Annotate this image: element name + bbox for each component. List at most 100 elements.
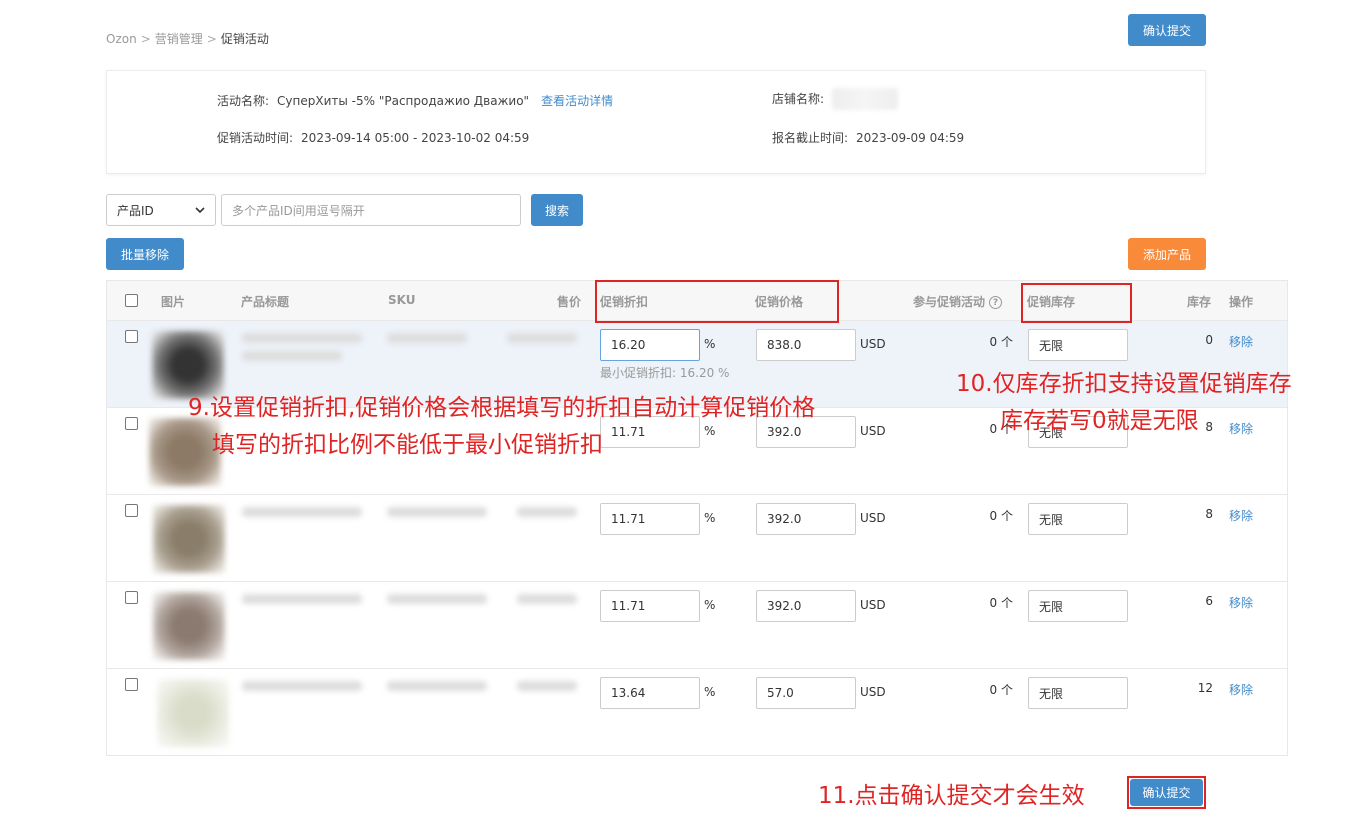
- percent-unit: %: [704, 337, 716, 351]
- row-checkbox[interactable]: [125, 591, 138, 604]
- annotation-step11: 11.点击确认提交才会生效: [818, 783, 1085, 809]
- currency-unit: USD: [860, 511, 886, 525]
- product-title-blurred: [242, 681, 362, 691]
- breadcrumb-separator: >: [140, 32, 151, 46]
- header-joined-label: 参与促销活动: [913, 295, 986, 309]
- joined-count: 0 个: [989, 683, 1013, 697]
- discount-input[interactable]: 11.71: [600, 590, 700, 622]
- annotation-step9-line1: 9.设置促销折扣,促销价格会根据填写的折扣自动计算促销价格: [188, 395, 816, 421]
- product-image: [153, 505, 225, 573]
- remove-link[interactable]: 移除: [1229, 333, 1253, 350]
- min-discount-hint: 最小促销折扣: 16.20 %: [600, 366, 730, 380]
- price-blurred: [507, 333, 577, 343]
- currency-unit: USD: [860, 685, 886, 699]
- row-checkbox[interactable]: [125, 417, 138, 430]
- remove-link[interactable]: 移除: [1229, 594, 1253, 611]
- search-button[interactable]: 搜索: [531, 194, 583, 226]
- activity-info-card: 活动名称: СуперХиты -5% "Распродажио Дважио" 查…: [106, 70, 1206, 174]
- product-title-blurred: [242, 507, 362, 517]
- product-title-blurred: [242, 351, 342, 361]
- annotation-step9-line2: 填写的折扣比例不能低于最小促销折扣: [212, 432, 603, 458]
- sku-blurred: [387, 333, 467, 343]
- chevron-down-icon: [195, 203, 205, 217]
- annotation-step10-line2: 库存若写0就是无限: [1000, 408, 1199, 434]
- stock-value: 12: [1197, 681, 1213, 695]
- promo-stock-input[interactable]: 无限: [1028, 503, 1128, 535]
- product-image: [157, 679, 229, 747]
- sku-blurred: [387, 594, 487, 604]
- product-image: [149, 418, 221, 486]
- table-row: 13.64 % 57.0 USD 0 个 无限 12 移除: [107, 669, 1287, 756]
- activity-time-label: 促销活动时间:: [217, 131, 294, 145]
- activity-name-row: 活动名称: СуперХиты -5% "Распродажио Дважио" 查…: [217, 92, 613, 109]
- header-sku: SKU: [388, 293, 416, 307]
- sku-blurred: [387, 681, 487, 691]
- discount-input[interactable]: 16.20: [600, 329, 700, 361]
- promo-stock-highlight: [1021, 283, 1132, 323]
- deadline-value: 2023-09-09 04:59: [856, 131, 965, 145]
- search-input[interactable]: 多个产品ID间用逗号隔开: [221, 194, 521, 226]
- header-image: 图片: [161, 295, 186, 309]
- row-checkbox[interactable]: [125, 330, 138, 343]
- promo-price-input[interactable]: 392.0: [756, 590, 856, 622]
- activity-name-label: 活动名称:: [217, 94, 270, 108]
- sku-blurred: [387, 507, 487, 517]
- breadcrumb-ozon[interactable]: Ozon: [106, 32, 137, 46]
- header-stock: 库存: [1187, 295, 1212, 309]
- product-title-blurred: [242, 333, 362, 343]
- breadcrumb-separator: >: [206, 32, 217, 46]
- batch-remove-button[interactable]: 批量移除: [106, 238, 184, 270]
- activity-name-value: СуперХиты -5% "Распродажио Дважио": [277, 94, 530, 108]
- row-checkbox[interactable]: [125, 678, 138, 691]
- product-table: 图片 产品标题 SKU 售价 促销折扣 促销价格 参与促销活动? 促销库存 库存…: [106, 280, 1288, 756]
- promo-price-input[interactable]: 838.0: [756, 329, 856, 361]
- breadcrumb-marketing[interactable]: 营销管理: [155, 32, 203, 46]
- view-activity-detail-link[interactable]: 查看活动详情: [541, 94, 613, 108]
- header-operation: 操作: [1229, 295, 1254, 309]
- percent-unit: %: [704, 598, 716, 612]
- header-joined: 参与促销活动?: [913, 293, 1003, 310]
- remove-link[interactable]: 移除: [1229, 420, 1253, 437]
- search-type-select[interactable]: 产品ID: [106, 194, 216, 226]
- add-product-button[interactable]: 添加产品: [1128, 238, 1206, 270]
- price-blurred: [517, 681, 577, 691]
- stock-value: 0: [1205, 333, 1213, 347]
- price-blurred: [517, 594, 577, 604]
- table-row: 11.71 % 392.0 USD 0 个 无限 6 移除: [107, 582, 1287, 669]
- stock-value: 6: [1205, 594, 1213, 608]
- discount-input[interactable]: 13.64: [600, 677, 700, 709]
- select-all-checkbox[interactable]: [125, 294, 138, 307]
- shop-name-label: 店铺名称:: [772, 91, 825, 106]
- breadcrumb-current: 促销活动: [220, 32, 269, 46]
- header-title: 产品标题: [241, 295, 290, 309]
- percent-unit: %: [704, 511, 716, 525]
- deadline-label: 报名截止时间:: [772, 131, 849, 145]
- promo-stock-input[interactable]: 无限: [1028, 329, 1128, 361]
- discount-input[interactable]: 11.71: [600, 503, 700, 535]
- joined-count: 0 个: [989, 509, 1013, 523]
- promo-stock-input[interactable]: 无限: [1028, 590, 1128, 622]
- product-image: [153, 592, 225, 660]
- promo-price-input[interactable]: 57.0: [756, 677, 856, 709]
- remove-link[interactable]: 移除: [1229, 507, 1253, 524]
- table-row: 11.71 % 392.0 USD 0 个 无限 8 移除: [107, 495, 1287, 582]
- row-checkbox[interactable]: [125, 504, 138, 517]
- search-type-value: 产品ID: [117, 203, 154, 218]
- currency-unit: USD: [860, 424, 886, 438]
- activity-time-value: 2023-09-14 05:00 - 2023-10-02 04:59: [301, 131, 530, 145]
- currency-unit: USD: [860, 337, 886, 351]
- confirm-submit-bottom-button[interactable]: 确认提交: [1130, 779, 1203, 806]
- promo-stock-input[interactable]: 无限: [1028, 677, 1128, 709]
- question-icon[interactable]: ?: [989, 296, 1003, 309]
- header-price: 售价: [557, 295, 582, 309]
- confirm-submit-top-button[interactable]: 确认提交: [1128, 14, 1206, 46]
- annotation-step10-line1: 10.仅库存折扣支持设置促销库存: [956, 371, 1292, 397]
- discount-price-highlight: [595, 280, 839, 323]
- stock-value: 8: [1205, 507, 1213, 521]
- remove-link[interactable]: 移除: [1229, 681, 1253, 698]
- promo-price-input[interactable]: 392.0: [756, 503, 856, 535]
- deadline-row: 报名截止时间: 2023-09-09 04:59: [772, 129, 964, 146]
- product-title-blurred: [242, 594, 362, 604]
- currency-unit: USD: [860, 598, 886, 612]
- percent-unit: %: [704, 424, 716, 438]
